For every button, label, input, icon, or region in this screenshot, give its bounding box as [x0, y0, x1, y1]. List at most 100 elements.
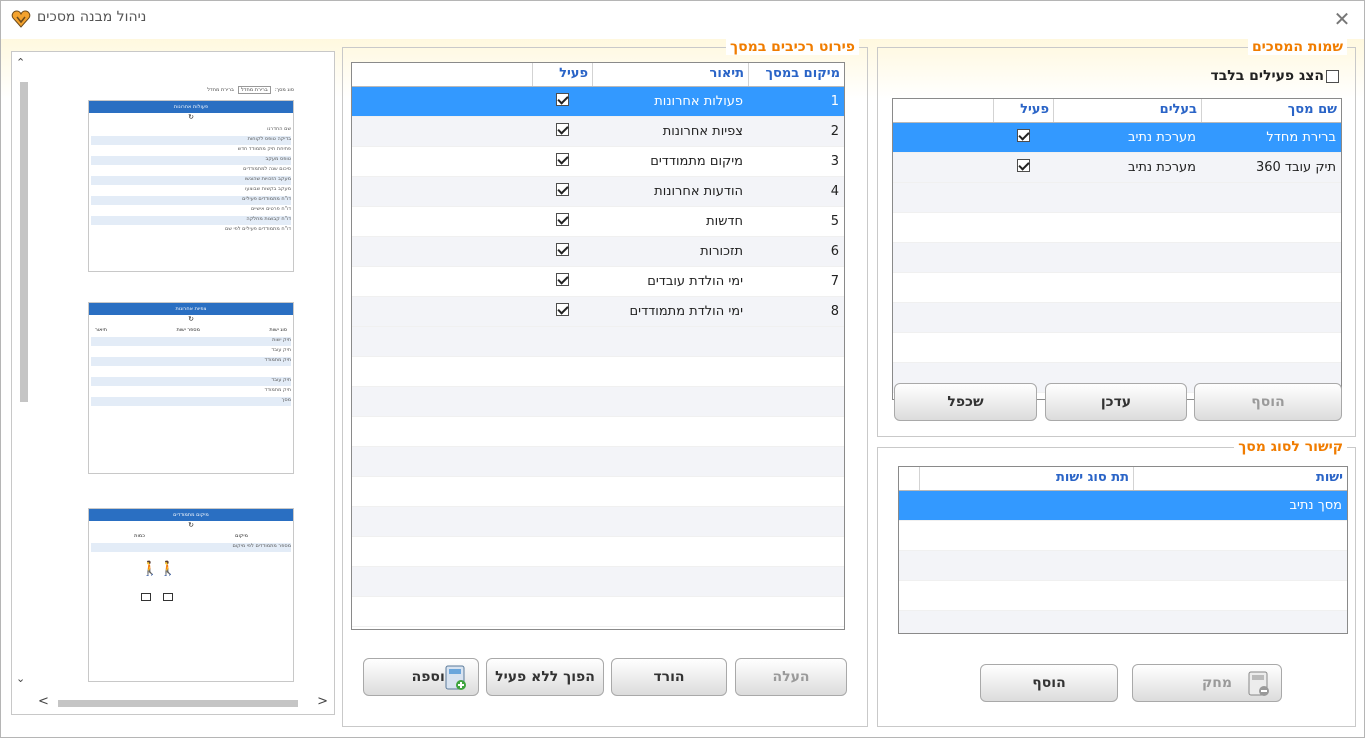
- active-checkbox[interactable]: [555, 243, 569, 256]
- table-row[interactable]: 4 הודעות אחרונות: [352, 177, 844, 207]
- scroll-down-icon[interactable]: ⌄: [16, 672, 25, 685]
- empty-row: [893, 303, 1341, 333]
- active-checkbox[interactable]: [1016, 129, 1030, 142]
- link-grid-body: מסך נתיב: [899, 491, 1347, 633]
- show-active-only-box[interactable]: [1326, 69, 1339, 83]
- active-checkbox-cell: [532, 213, 592, 230]
- titlebar: ניהול מבנה מסכים ✕: [1, 1, 1364, 39]
- active-checkbox-cell: [532, 183, 592, 200]
- components-group: פירוט רכיבים במסך מיקום במסך תיאור פעיל …: [342, 39, 868, 727]
- table-cell: מסך נתיב: [1289, 498, 1342, 513]
- update-screen-button[interactable]: עדכן: [1045, 383, 1187, 421]
- preview-card-title: צפיות אחרונות: [89, 303, 293, 315]
- screen-names-grid[interactable]: שם מסך בעלים פעיל ברירת מחדל מערכת נתיב תי…: [892, 98, 1342, 400]
- add-component-button[interactable]: הוספה: [363, 658, 479, 696]
- toggle-inactive-button[interactable]: הפוך ללא פעיל: [486, 658, 604, 696]
- preview-line: דו"ח מתמודדים פעילים: [91, 196, 291, 205]
- table-cell: תיק עובד 360: [1255, 160, 1336, 175]
- active-checkbox-cell: [532, 303, 592, 320]
- duplicate-screen-button[interactable]: שכפל: [894, 383, 1037, 421]
- preview-line: סיכום שנה למתמודדים: [243, 166, 291, 172]
- preview-line: טופס מעקב: [91, 156, 291, 165]
- table-cell: 2: [830, 124, 839, 139]
- delete-link-button[interactable]: מחק: [1132, 664, 1282, 702]
- screen-names-group: שמות המסכים הצג פעילים בלבד שם מסך בעלים…: [877, 39, 1356, 437]
- col-position[interactable]: מיקום במסך: [748, 63, 844, 86]
- col-active[interactable]: פעיל: [993, 99, 1053, 122]
- table-row[interactable]: 8 ימי הולדת מתמודדים: [352, 297, 844, 327]
- preview-line: תיק עובד: [91, 377, 291, 386]
- add-link-button[interactable]: הוסף: [980, 664, 1118, 702]
- empty-row: [899, 581, 1347, 611]
- empty-row: [899, 551, 1347, 581]
- close-icon[interactable]: ✕: [1330, 7, 1354, 31]
- preview-vertical-scrollbar[interactable]: ⌃ ⌄: [12, 52, 32, 692]
- preview-col: מספר ישות: [176, 327, 200, 333]
- table-row[interactable]: 2 צפיות אחרונות: [352, 117, 844, 147]
- active-checkbox-cell: [532, 93, 592, 110]
- active-checkbox[interactable]: [555, 123, 569, 136]
- active-checkbox-cell: [993, 159, 1053, 176]
- table-row[interactable]: 5 חדשות: [352, 207, 844, 237]
- active-checkbox[interactable]: [1016, 159, 1030, 172]
- components-grid[interactable]: מיקום במסך תיאור פעיל 1 פעולות אחרונות 2 צפ…: [351, 62, 845, 630]
- active-checkbox-cell: [532, 243, 592, 260]
- empty-row: [352, 537, 844, 567]
- scroll-right-icon[interactable]: >: [317, 694, 328, 709]
- preview-card-recent-actions: פעולות אחרונות ↻ שם החדרנו בדיקה טופס לק…: [88, 100, 294, 272]
- preview-line: מעקב בקשות שבוצעו: [244, 186, 291, 192]
- col-active[interactable]: פעיל: [532, 63, 592, 86]
- active-checkbox[interactable]: [555, 273, 569, 286]
- app-logo-icon: [11, 10, 31, 28]
- scroll-thumb[interactable]: [20, 82, 28, 402]
- preview-line: פתיחת תיק מתמודד חדש: [237, 146, 291, 152]
- preview-horizontal-scrollbar[interactable]: < >: [32, 692, 334, 714]
- preview-col: כמות: [134, 533, 145, 539]
- preview-col: תיאור: [95, 327, 107, 333]
- empty-row: [352, 327, 844, 357]
- scroll-left-icon[interactable]: <: [38, 694, 49, 709]
- table-row[interactable]: 1 פעולות אחרונות: [352, 87, 844, 117]
- table-row[interactable]: ברירת מחדל מערכת נתיב: [893, 123, 1341, 153]
- calculator-add-icon: [445, 665, 466, 690]
- scroll-up-icon[interactable]: ⌃: [16, 56, 25, 69]
- empty-row: [352, 387, 844, 417]
- table-row[interactable]: 7 ימי הולדת עובדים: [352, 267, 844, 297]
- col-entity-subtype[interactable]: תת סוג ישות: [919, 467, 1133, 490]
- table-cell: 8: [830, 304, 839, 319]
- table-cell: 1: [830, 94, 839, 109]
- scroll-thumb[interactable]: [58, 700, 298, 707]
- col-screen-name[interactable]: שם מסך: [1201, 99, 1341, 122]
- table-row[interactable]: תיק עובד 360 מערכת נתיב: [893, 153, 1341, 183]
- move-up-button[interactable]: העלה: [735, 658, 847, 696]
- active-checkbox[interactable]: [555, 153, 569, 166]
- refresh-icon: ↻: [188, 315, 194, 323]
- table-row[interactable]: 6 תזכורות: [352, 237, 844, 267]
- empty-row: [893, 243, 1341, 273]
- screen-structure-window: ניהול מבנה מסכים ✕ ⌃ ⌄ סוג מסך: ברירת מח…: [0, 0, 1365, 738]
- window-title: ניהול מבנה מסכים: [37, 9, 147, 25]
- preview-line: דו"ח קבוצות מחלקה: [91, 216, 291, 225]
- table-cell: מערכת נתיב: [1127, 160, 1196, 175]
- preview-default-check: ברירת מחדל: [207, 87, 234, 93]
- table-cell: 5: [830, 214, 839, 229]
- active-checkbox[interactable]: [555, 183, 569, 196]
- table-cell: פעולות אחרונות: [654, 94, 743, 109]
- active-checkbox[interactable]: [555, 213, 569, 226]
- table-cell: ימי הולדת עובדים: [647, 274, 743, 289]
- link-grid[interactable]: ישות תת סוג ישות מסך נתיב: [898, 466, 1348, 634]
- active-checkbox[interactable]: [555, 303, 569, 316]
- active-checkbox[interactable]: [555, 93, 569, 106]
- show-active-only-checkbox[interactable]: הצג פעילים בלבד: [1210, 68, 1339, 84]
- col-owner[interactable]: בעלים: [1053, 99, 1201, 122]
- table-row[interactable]: מסך נתיב: [899, 491, 1347, 521]
- refresh-icon: ↻: [188, 113, 194, 121]
- move-down-button[interactable]: הורד: [611, 658, 727, 696]
- preview-panel[interactable]: ⌃ ⌄ סוג מסך: ברירת מחדל ברירת מחדל פעולו…: [11, 51, 335, 715]
- col-entity[interactable]: ישות: [1133, 467, 1347, 490]
- empty-row: [893, 183, 1341, 213]
- col-description[interactable]: תיאור: [592, 63, 748, 86]
- table-row[interactable]: 3 מיקום מתמודדים: [352, 147, 844, 177]
- add-screen-button[interactable]: הוסף: [1194, 383, 1342, 421]
- preview-line: תיק מתמודד: [264, 387, 291, 393]
